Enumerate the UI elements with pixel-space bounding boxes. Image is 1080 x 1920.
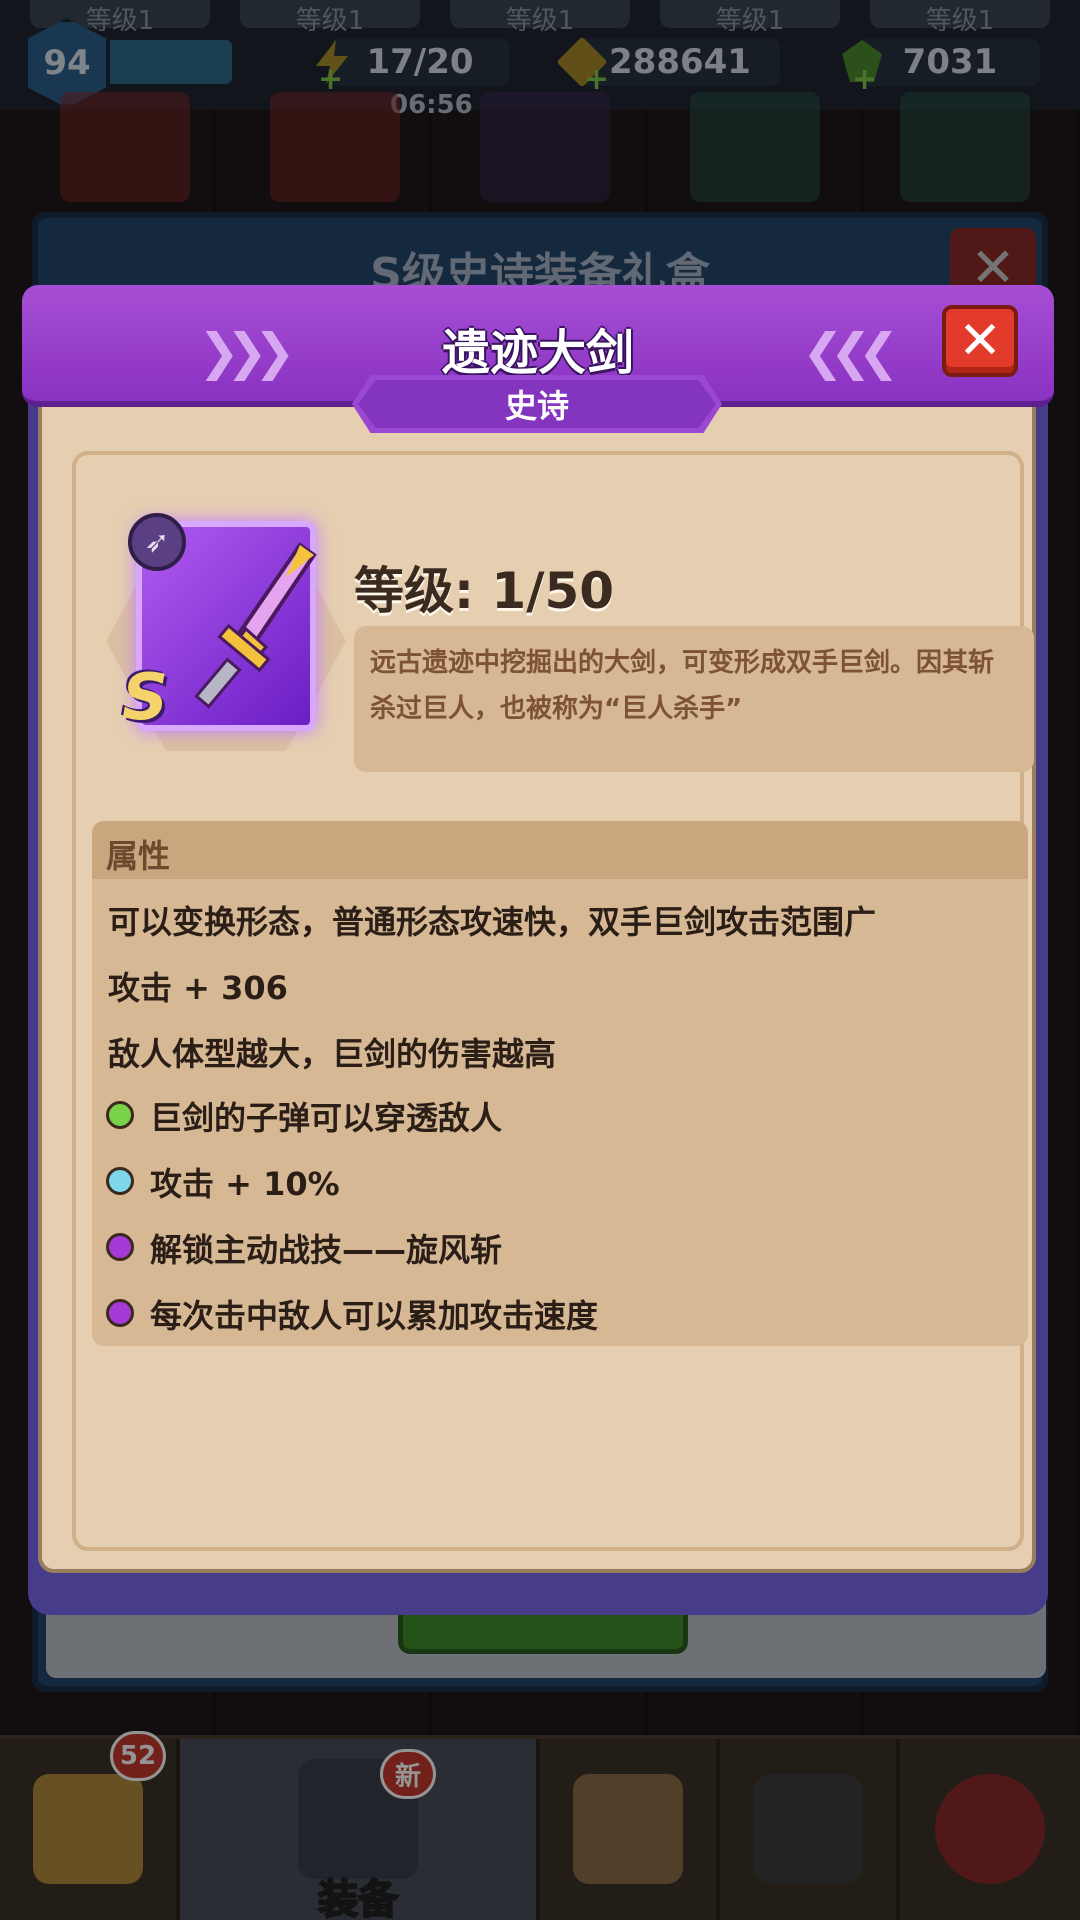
attributes-box: 属性 可以变换形态，普通形态攻速快，双手巨剑攻击范围广 攻击 + 306 敌人体…	[92, 821, 1028, 1346]
attribute-bullet: 解锁主动战技——旋风斩	[150, 1231, 503, 1269]
greatsword-icon	[194, 542, 317, 709]
attribute-line: 可以变换形态，普通形态攻速快，双手巨剑攻击范围广	[108, 903, 877, 941]
item-name: 遗迹大剑	[441, 325, 634, 381]
bullet-dot	[106, 1101, 134, 1129]
grade-badge: S	[122, 661, 169, 735]
bow-class-icon: ➶	[128, 513, 186, 571]
attribute-line: 攻击 + 306	[108, 969, 288, 1007]
bullet-dot	[106, 1299, 134, 1327]
dialog-body: ➶ S 等级: 1/50 远古遗迹中挖掘出的大剑，可变形成双手巨剑。因其斩杀过巨…	[38, 347, 1036, 1573]
bullet-dot	[106, 1233, 134, 1261]
attributes-header: 属性	[92, 821, 1028, 879]
attribute-line: 敌人体型越大，巨剑的伤害越高	[108, 1035, 557, 1073]
bullet-dot	[106, 1167, 134, 1195]
item-detail-dialog: ➶ S 等级: 1/50 远古遗迹中挖掘出的大剑，可变形成双手巨剑。因其斩杀过巨…	[22, 285, 1054, 1615]
attribute-bullet: 巨剑的子弹可以穿透敌人	[150, 1099, 503, 1137]
item-icon-holder: ➶ S	[106, 513, 346, 751]
attribute-bullet: 攻击 + 10%	[150, 1165, 340, 1203]
attribute-bullet: 每次击中敌人可以累加攻击速度	[150, 1297, 599, 1335]
close-button[interactable]: ✕	[942, 305, 1018, 377]
item-level: 等级: 1/50	[354, 562, 615, 620]
rarity-tab: 史诗	[352, 375, 722, 433]
item-description: 远古遗迹中挖掘出的大剑，可变形成双手巨剑。因其斩杀过巨人，也被称为“巨人杀手”	[354, 626, 1034, 772]
rarity-label: 史诗	[504, 387, 569, 425]
